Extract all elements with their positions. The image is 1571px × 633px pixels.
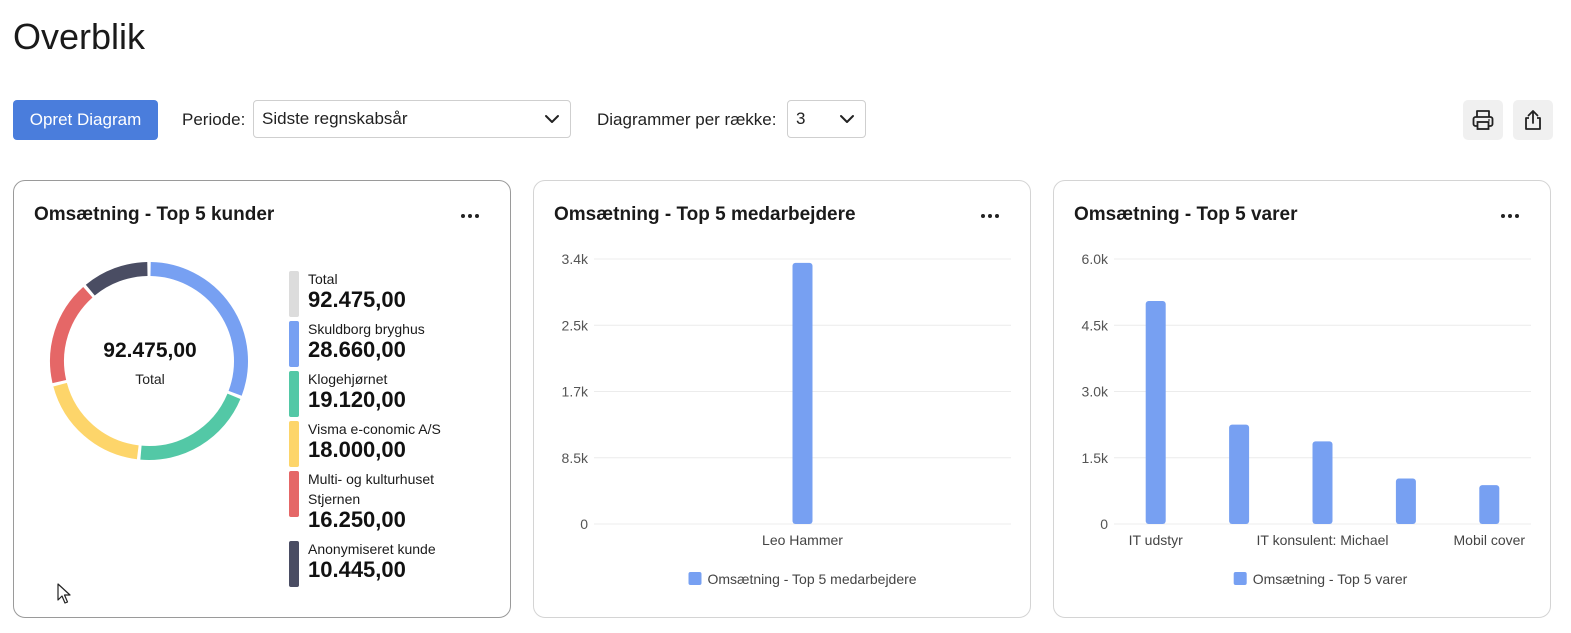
- bar[interactable]: [1395, 478, 1416, 524]
- y-tick-label: 1.5k: [1082, 450, 1109, 466]
- y-tick-label: 3.4k: [562, 251, 589, 267]
- y-tick-label: 8.5k: [562, 450, 589, 466]
- legend-value: 92.475,00: [308, 287, 406, 312]
- y-tick-label: 4.5k: [1082, 317, 1109, 333]
- period-select[interactable]: Sidste regnskabsår: [253, 100, 571, 138]
- per-row-label: Diagrammer per række:: [597, 110, 777, 129]
- legend-name: Skuldborg bryghus: [308, 321, 425, 337]
- legend-name: Visma e-conomic A/S: [308, 421, 441, 437]
- donut-slice[interactable]: [85, 262, 148, 296]
- donut-slice[interactable]: [53, 382, 139, 460]
- legend-swatch: [289, 541, 299, 587]
- legend-swatch: [289, 471, 299, 517]
- y-tick-label: 1.7k: [562, 384, 589, 400]
- bar[interactable]: [1479, 485, 1500, 524]
- legend-swatch[interactable]: [688, 572, 702, 585]
- y-tick-label: 0: [1100, 516, 1108, 532]
- per-row-select[interactable]: 3: [787, 100, 866, 138]
- legend-name: Klogehjørnet: [308, 371, 388, 387]
- legend-value: 16.250,00: [308, 507, 406, 532]
- x-tick-label: IT konsulent: Michael: [1256, 532, 1388, 548]
- legend-swatch[interactable]: [1233, 572, 1247, 585]
- printer-icon: [1472, 110, 1494, 130]
- more-options-icon[interactable]: [454, 205, 486, 227]
- y-tick-label: 6.0k: [1082, 251, 1109, 267]
- bar-chart-employees: 0 8.5k 1.7k 2.5k 3.4k Leo Hammer Omsætning - T…: [562, 251, 1011, 587]
- legend-name: Total: [308, 271, 338, 287]
- x-tick-label: IT udstyr: [1129, 532, 1184, 548]
- legend-value: 18.000,00: [308, 437, 406, 462]
- chart-card-customers: Omsætning - Top 5 kunder 92.475,00 Total…: [13, 180, 511, 618]
- chevron-down-icon: [545, 115, 559, 123]
- share-button[interactable]: [1513, 100, 1553, 140]
- page-title: Overblik: [13, 16, 146, 57]
- y-tick-label: 3.0k: [1082, 384, 1109, 400]
- x-tick-label: Mobil cover: [1454, 532, 1526, 548]
- print-button[interactable]: [1463, 100, 1503, 140]
- chart-card-employees: Omsætning - Top 5 medarbejdere 0 8.5k 1.7k…: [533, 180, 1031, 618]
- bar[interactable]: [792, 262, 813, 524]
- donut-center-label: Total: [135, 371, 165, 387]
- legend-name: Multi- og kulturhuset Stjernen: [308, 471, 435, 507]
- create-chart-button[interactable]: Opret Diagram: [13, 100, 158, 140]
- bar[interactable]: [1312, 441, 1333, 524]
- legend-label[interactable]: Omsætning - Top 5 varer: [1253, 571, 1408, 587]
- y-tick-label: 2.5k: [562, 317, 589, 333]
- legend-name: Anonymiseret kunde: [308, 541, 436, 557]
- donut-chart: [50, 262, 248, 460]
- donut-center: 92.475,00 Total: [47, 339, 253, 387]
- per-row-select-value: 3: [796, 109, 806, 128]
- legend-label[interactable]: Omsætning - Top 5 medarbejdere: [708, 571, 917, 587]
- period-select-value: Sidste regnskabsår: [262, 109, 408, 128]
- legend-value: 10.445,00: [308, 557, 406, 582]
- chart-card-products: Omsætning - Top 5 varer 0 1.5k 3.0k 4.5k 6.0…: [1053, 180, 1551, 618]
- legend-swatch: [289, 371, 299, 417]
- legend-value: 19.120,00: [308, 387, 406, 412]
- bar[interactable]: [1229, 424, 1250, 524]
- period-label: Periode:: [182, 110, 246, 129]
- legend-swatch: [289, 321, 299, 367]
- share-icon: [1525, 110, 1541, 130]
- donut-center-value: 92.475,00: [103, 339, 197, 362]
- legend-swatch: [289, 271, 299, 317]
- donut-slice[interactable]: [140, 393, 241, 460]
- y-tick-label: 0: [580, 516, 588, 532]
- legend-value: 28.660,00: [308, 337, 406, 362]
- bar[interactable]: [1145, 300, 1166, 524]
- legend-swatch: [289, 421, 299, 467]
- x-tick-label: Leo Hammer: [762, 532, 843, 548]
- bar-chart-products: 0 1.5k 3.0k 4.5k 6.0k IT udstyr IT konsulent: …: [1082, 251, 1531, 587]
- chevron-down-icon: [840, 115, 854, 123]
- mouse-cursor-icon: [57, 583, 71, 604]
